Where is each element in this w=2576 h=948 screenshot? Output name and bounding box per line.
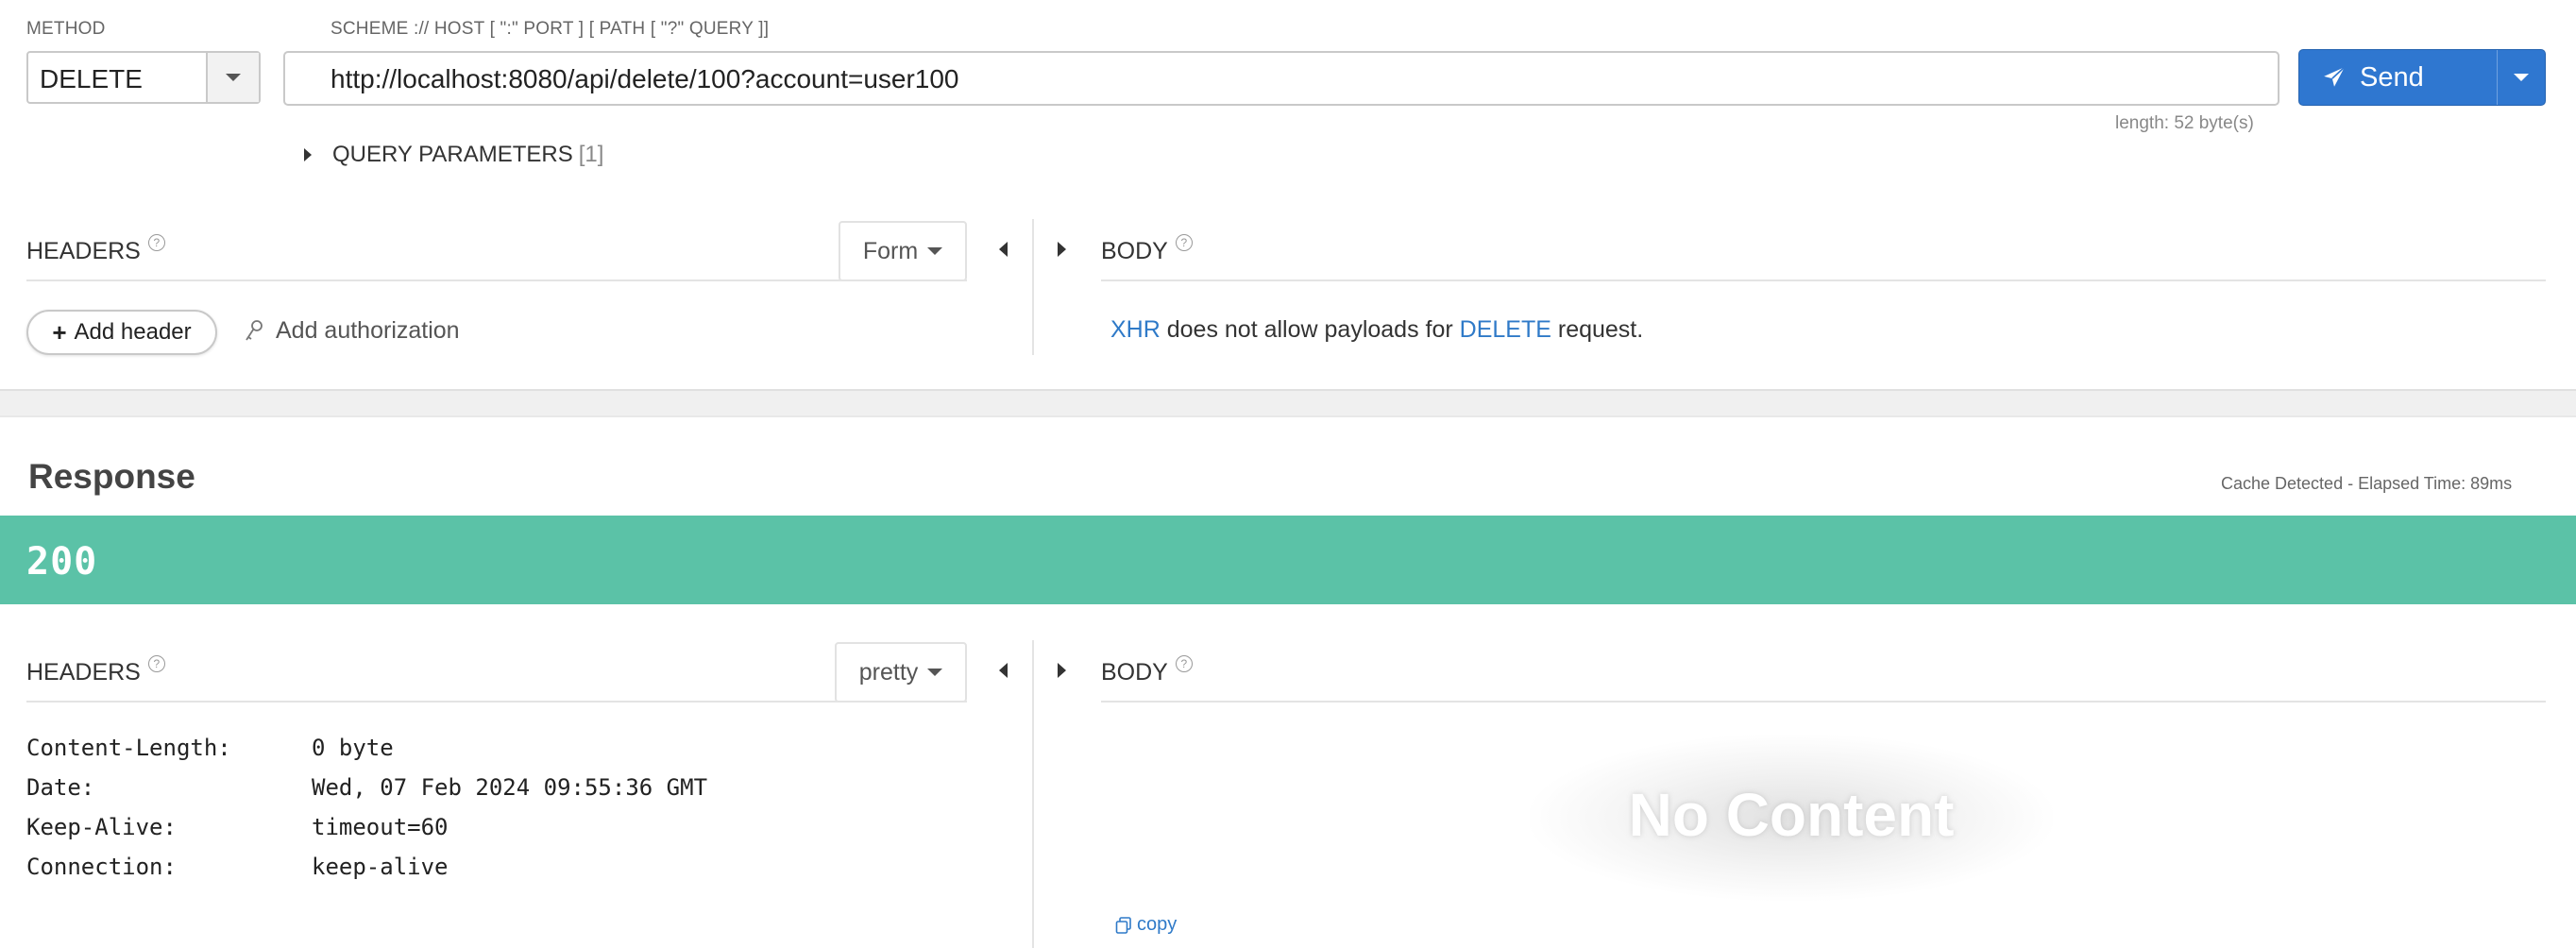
key-icon — [246, 319, 263, 340]
header-value: timeout=60 — [312, 814, 449, 840]
request-body-title-text: BODY — [1101, 238, 1168, 264]
help-icon[interactable]: ? — [147, 655, 165, 672]
section-separator — [0, 389, 2576, 417]
divider — [1101, 701, 2546, 703]
header-key: Content-Length: — [26, 735, 231, 761]
header-key: Keep-Alive: — [26, 814, 177, 840]
panel-splitter — [1032, 640, 1034, 948]
elapsed-time: Cache Detected - Elapsed Time: 89ms — [2221, 474, 2513, 493]
divider — [1101, 279, 2546, 281]
xhr-link[interactable]: XHR — [1110, 316, 1161, 343]
url-input[interactable]: http://localhost:8080/api/delete/100?acc… — [283, 51, 2279, 106]
add-header-button[interactable]: + Add header — [26, 310, 217, 355]
chevron-right-icon — [304, 148, 312, 161]
response-title: Response — [28, 457, 195, 496]
send-options-toggle[interactable] — [2497, 50, 2545, 105]
send-label: Send — [2360, 61, 2424, 93]
no-content-label: No Content — [1628, 781, 1955, 849]
send-button[interactable]: Send — [2299, 50, 2497, 105]
header-value: keep-alive — [312, 854, 449, 880]
request-headers-title-text: HEADERS — [26, 238, 141, 264]
response-headers-format-select[interactable]: pretty — [835, 642, 967, 703]
query-parameters-label: QUERY PARAMETERS — [332, 142, 573, 167]
method-dropdown-toggle[interactable] — [206, 53, 259, 102]
chevron-down-icon — [927, 247, 943, 255]
expand-right-icon[interactable] — [1058, 663, 1066, 678]
headers-format-select[interactable]: Form — [839, 221, 967, 281]
help-icon[interactable]: ? — [1175, 234, 1193, 251]
response-body-title: BODY ? — [1101, 655, 1193, 686]
status-code: 200 — [26, 540, 98, 584]
response-headers-format-value: pretty — [858, 658, 919, 686]
divider — [26, 279, 967, 281]
method-label: METHOD — [26, 19, 106, 39]
expand-right-icon[interactable] — [1058, 242, 1066, 257]
body-message-text: does not allow payloads for — [1160, 316, 1460, 343]
copy-button[interactable]: copy — [1114, 914, 1177, 936]
method-link[interactable]: DELETE — [1460, 316, 1551, 343]
header-key: Date: — [26, 774, 95, 801]
body-message: XHR does not allow payloads for DELETE r… — [1110, 316, 1643, 344]
url-format-label: SCHEME :// HOST [ ":" PORT ] [ PATH [ "?… — [330, 19, 770, 39]
chevron-down-icon — [226, 74, 241, 81]
status-bar — [0, 516, 2576, 604]
method-select[interactable]: DELETE — [26, 51, 261, 104]
query-parameters-count: [1] — [578, 142, 604, 167]
chevron-down-icon — [927, 669, 943, 676]
request-headers-title: HEADERS ? — [26, 234, 165, 265]
method-value: DELETE — [40, 64, 143, 93]
query-parameters-toggle[interactable]: QUERY PARAMETERS [1] — [304, 142, 603, 168]
add-header-label: Add header — [74, 319, 192, 345]
response-body-title-text: BODY — [1101, 659, 1168, 686]
header-key: Connection: — [26, 854, 177, 880]
paper-plane-icon — [2324, 66, 2346, 87]
header-value: 0 byte — [312, 735, 394, 761]
add-authorization-label: Add authorization — [276, 317, 460, 344]
chevron-down-icon — [2514, 74, 2529, 81]
copy-icon — [1115, 916, 1131, 934]
help-icon[interactable]: ? — [1175, 655, 1193, 672]
headers-format-value: Form — [862, 237, 919, 264]
response-headers-title: HEADERS ? — [26, 655, 165, 686]
copy-label: copy — [1137, 914, 1178, 935]
send-button-group[interactable]: Send — [2298, 49, 2546, 106]
add-authorization-button[interactable]: Add authorization — [244, 317, 460, 345]
header-value: Wed, 07 Feb 2024 09:55:36 GMT — [312, 774, 708, 801]
collapse-left-icon[interactable] — [999, 242, 1008, 257]
collapse-left-icon[interactable] — [999, 663, 1008, 678]
body-message-end: request. — [1551, 316, 1644, 343]
plus-icon: + — [52, 317, 67, 347]
panel-splitter — [1032, 219, 1034, 355]
request-body-title: BODY ? — [1101, 234, 1193, 265]
url-length: length: 52 byte(s) — [2115, 113, 2254, 133]
help-icon[interactable]: ? — [147, 234, 165, 251]
divider — [26, 701, 967, 703]
response-headers-title-text: HEADERS — [26, 659, 141, 686]
